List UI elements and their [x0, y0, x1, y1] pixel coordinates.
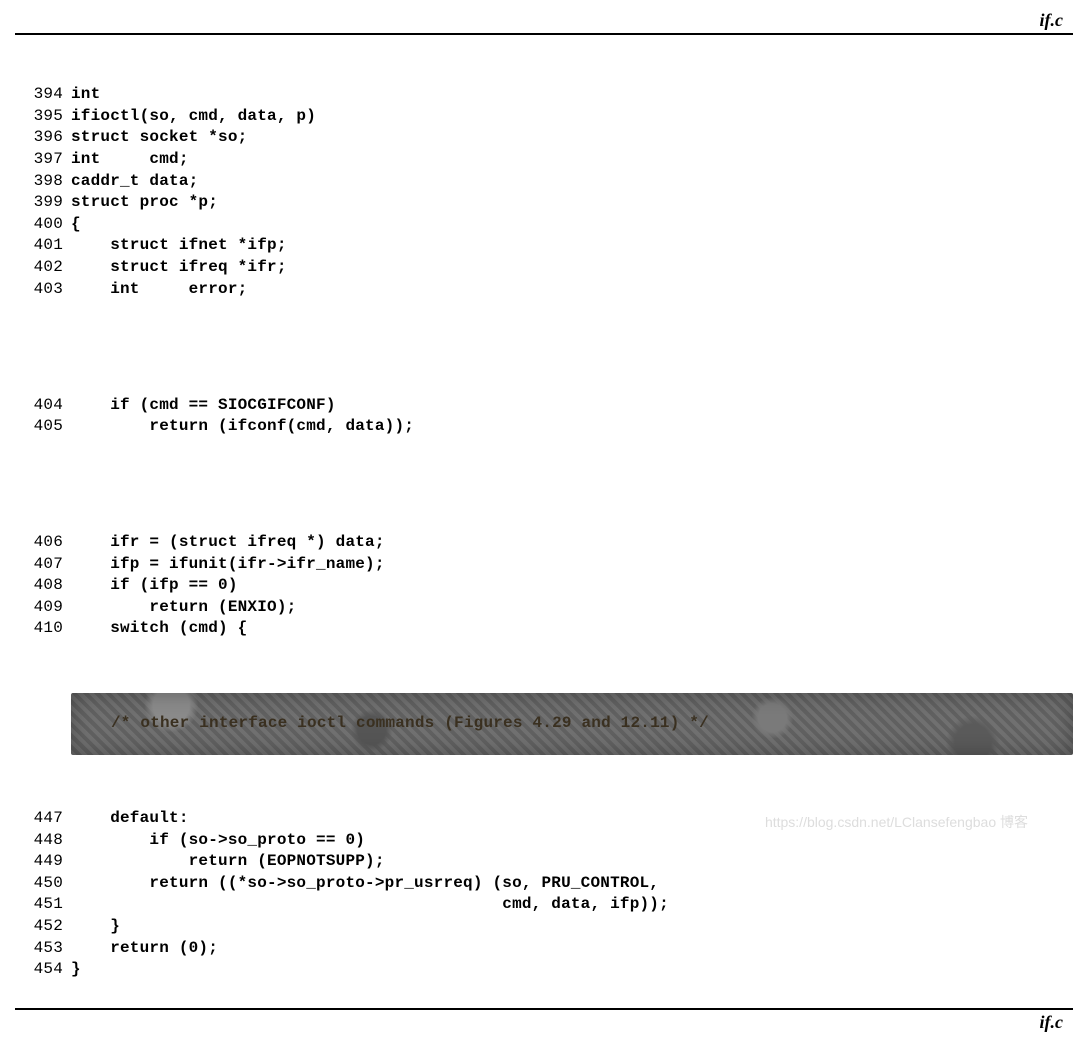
code-listing: 394int395ifioctl(so, cmd, data, p)396str… [15, 41, 1073, 1002]
code-text: struct ifreq *ifr; [71, 257, 1073, 279]
code-text: int error; [71, 279, 1073, 301]
line-number: 394 [15, 84, 71, 106]
code-text: { [71, 214, 1073, 236]
code-text: } [71, 959, 1073, 981]
line-number: 452 [15, 916, 71, 938]
code-line: 447 default: [15, 808, 1073, 830]
line-number: 408 [15, 575, 71, 597]
code-line: 398caddr_t data; [15, 171, 1073, 193]
line-number: 407 [15, 554, 71, 576]
code-text: return (ifconf(cmd, data)); [71, 416, 1073, 438]
code-line: 396struct socket *so; [15, 127, 1073, 149]
line-number: 397 [15, 149, 71, 171]
code-line: 449 return (EOPNOTSUPP); [15, 851, 1073, 873]
code-text: struct socket *so; [71, 127, 1073, 149]
code-line: 409 return (ENXIO); [15, 597, 1073, 619]
code-line: 404 if (cmd == SIOCGIFCONF) [15, 395, 1073, 417]
code-line: 407 ifp = ifunit(ifr->ifr_name); [15, 554, 1073, 576]
code-text: if (ifp == 0) [71, 575, 1073, 597]
code-line: 451 cmd, data, ifp)); [15, 894, 1073, 916]
line-number: 410 [15, 618, 71, 640]
line-number: 451 [15, 894, 71, 916]
rule-top [15, 33, 1073, 35]
code-line: 401 struct ifnet *ifp; [15, 235, 1073, 257]
code-text: cmd, data, ifp)); [71, 894, 1073, 916]
code-text: return (ENXIO); [71, 597, 1073, 619]
line-number: 449 [15, 851, 71, 873]
code-line: 400{ [15, 214, 1073, 236]
code-text: ifp = ifunit(ifr->ifr_name); [71, 554, 1073, 576]
code-line: 406 ifr = (struct ifreq *) data; [15, 532, 1073, 554]
line-number: 400 [15, 214, 71, 236]
line-number: 402 [15, 257, 71, 279]
code-line: 397int cmd; [15, 149, 1073, 171]
code-line: 399struct proc *p; [15, 192, 1073, 214]
line-number: 406 [15, 532, 71, 554]
code-text: if (cmd == SIOCGIFCONF) [71, 395, 1073, 417]
code-text: } [71, 916, 1073, 938]
code-text: return ((*so->so_proto->pr_usrreq) (so, … [71, 873, 1073, 895]
line-number: 395 [15, 106, 71, 128]
filename-bottom: if.c [15, 1012, 1073, 1033]
code-line: 394int [15, 84, 1073, 106]
code-text: int [71, 84, 1073, 106]
code-line: 402 struct ifreq *ifr; [15, 257, 1073, 279]
line-number: 401 [15, 235, 71, 257]
line-number: 404 [15, 395, 71, 417]
line-number: 448 [15, 830, 71, 852]
code-line: 405 return (ifconf(cmd, data)); [15, 416, 1073, 438]
code-text: struct ifnet *ifp; [71, 235, 1073, 257]
code-line: 448 if (so->so_proto == 0) [15, 830, 1073, 852]
line-number: 399 [15, 192, 71, 214]
line-number: 450 [15, 873, 71, 895]
code-line: 452 } [15, 916, 1073, 938]
code-text: caddr_t data; [71, 171, 1073, 193]
filename-top: if.c [15, 10, 1073, 31]
code-text: ifioctl(so, cmd, data, p) [71, 106, 1073, 128]
code-text: return (EOPNOTSUPP); [71, 851, 1073, 873]
code-text: default: [71, 808, 1073, 830]
code-text: return (0); [71, 938, 1073, 960]
rule-bottom [15, 1008, 1073, 1010]
line-number: 453 [15, 938, 71, 960]
code-line: 453 return (0); [15, 938, 1073, 960]
line-number: 409 [15, 597, 71, 619]
code-line: 450 return ((*so->so_proto->pr_usrreq) (… [15, 873, 1073, 895]
code-text: switch (cmd) { [71, 618, 1073, 640]
elided-code-band: /* other interface ioctl commands (Figur… [71, 693, 1073, 755]
code-line: 395ifioctl(so, cmd, data, p) [15, 106, 1073, 128]
code-line: 408 if (ifp == 0) [15, 575, 1073, 597]
line-number: 447 [15, 808, 71, 830]
code-line: 410 switch (cmd) { [15, 618, 1073, 640]
line-number: 454 [15, 959, 71, 981]
line-number: 403 [15, 279, 71, 301]
line-number: 405 [15, 416, 71, 438]
line-number: 398 [15, 171, 71, 193]
code-line: 403 int error; [15, 279, 1073, 301]
code-text: if (so->so_proto == 0) [71, 830, 1073, 852]
code-text: int cmd; [71, 149, 1073, 171]
code-text: struct proc *p; [71, 192, 1073, 214]
line-number: 396 [15, 127, 71, 149]
code-line: 454} [15, 959, 1073, 981]
code-text: ifr = (struct ifreq *) data; [71, 532, 1073, 554]
